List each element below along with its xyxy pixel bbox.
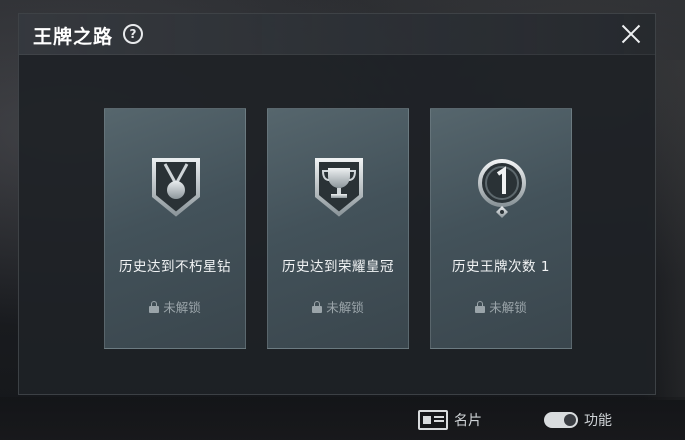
achievement-label: 历史王牌次数 1 bbox=[452, 259, 550, 275]
lock-icon bbox=[149, 300, 160, 313]
achievement-card-immortal-diamond[interactable]: 历史达到不朽星钻 未解锁 bbox=[104, 108, 246, 349]
name-card-label: 名片 bbox=[454, 413, 482, 429]
lock-status-label: 未解锁 bbox=[489, 300, 527, 315]
lock-status-label: 未解锁 bbox=[163, 300, 201, 315]
achievement-card-ace-count[interactable]: 历史王牌次数 1 未解锁 bbox=[430, 108, 572, 349]
function-toggle-button[interactable]: 功能 bbox=[544, 407, 612, 433]
achievement-card-glory-crown[interactable]: 历史达到荣耀皇冠 未解锁 bbox=[267, 108, 409, 349]
function-toggle-label: 功能 bbox=[584, 413, 612, 429]
dialog-title: 王牌之路 bbox=[33, 26, 114, 48]
achievement-label: 历史达到荣耀皇冠 bbox=[282, 259, 394, 275]
close-icon[interactable] bbox=[619, 22, 643, 46]
name-card-icon bbox=[418, 410, 448, 430]
lock-icon bbox=[475, 300, 486, 313]
lock-status-label: 未解锁 bbox=[326, 300, 364, 315]
help-icon[interactable]: ? bbox=[123, 24, 143, 44]
trophy-badge-icon bbox=[315, 158, 363, 217]
lock-icon bbox=[312, 300, 323, 313]
lock-status: 未解锁 bbox=[431, 297, 571, 316]
dialog-header: 王牌之路 ? bbox=[19, 14, 655, 55]
ace-road-dialog: 王牌之路 ? 历史达到不朽星钻 未解锁 历史达到荣耀皇冠 未解锁 历史王牌次数 … bbox=[18, 13, 656, 395]
lock-status: 未解锁 bbox=[268, 297, 408, 316]
lock-status: 未解锁 bbox=[105, 297, 245, 316]
name-card-button[interactable]: 名片 bbox=[418, 407, 482, 433]
medal-badge-icon bbox=[152, 158, 200, 217]
number-one-badge-icon bbox=[478, 159, 526, 218]
toggle-icon bbox=[544, 412, 578, 428]
achievement-label: 历史达到不朽星钻 bbox=[119, 259, 231, 275]
